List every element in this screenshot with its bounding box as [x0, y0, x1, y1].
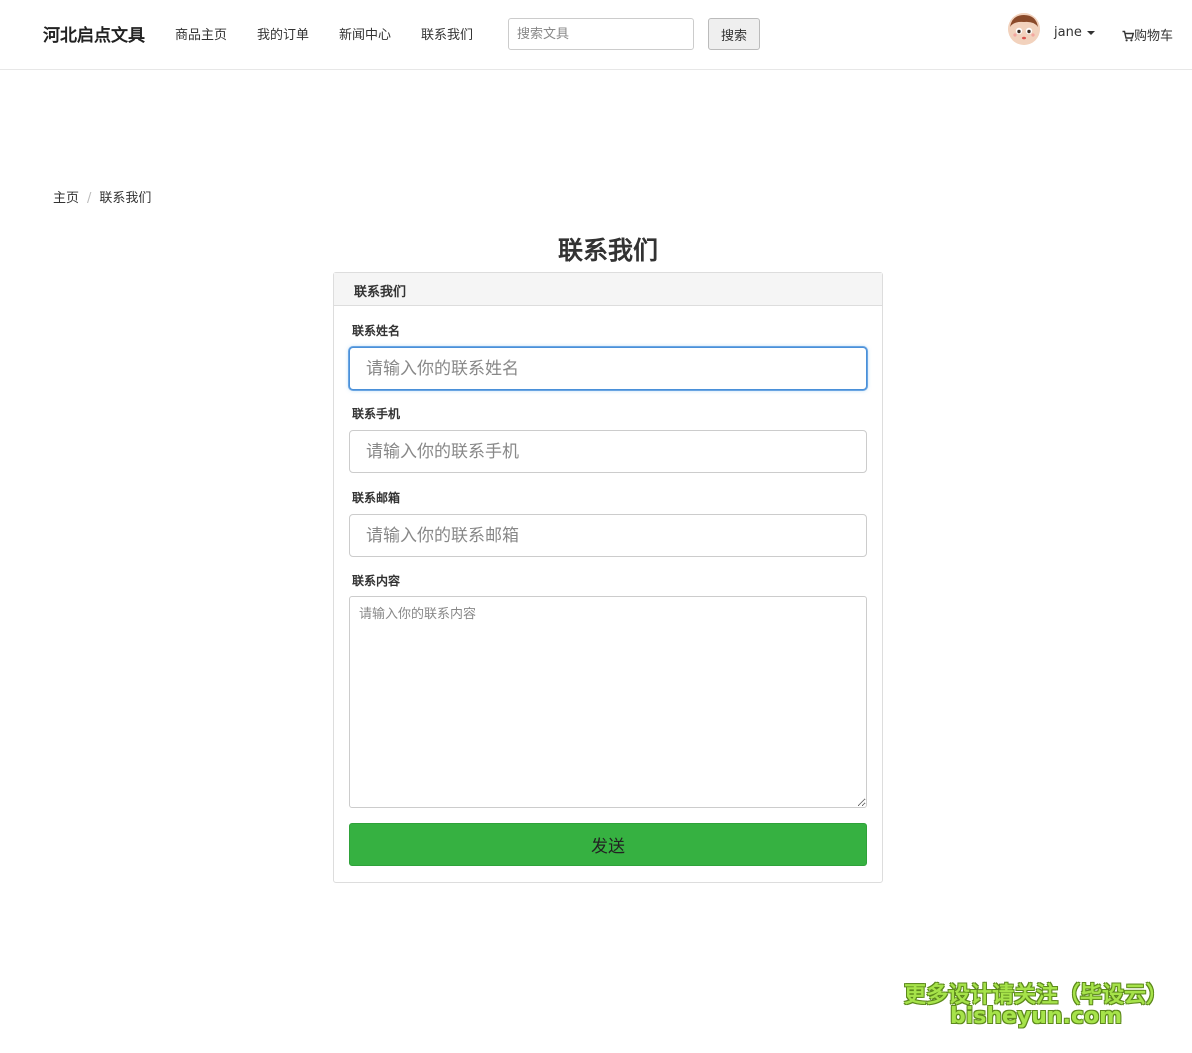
caret-down-icon [1086, 30, 1095, 35]
nav-link-contact[interactable]: 联系我们 [421, 24, 473, 43]
breadcrumb-current: 联系我们 [99, 191, 152, 206]
name-label: 联系姓名 [352, 324, 401, 338]
contact-phone-input[interactable] [349, 430, 867, 473]
cart-link[interactable]: 购物车 [1122, 25, 1173, 44]
user-avatar[interactable] [1008, 13, 1040, 45]
nav-link-products[interactable]: 商品主页 [175, 24, 227, 43]
contact-content-textarea[interactable] [349, 596, 867, 808]
top-navbar: 河北启点文具 商品主页 我的订单 新闻中心 联系我们 搜索 jane 购物车 [0, 0, 1192, 70]
cart-label: 购物车 [1134, 29, 1174, 44]
content-label: 联系内容 [352, 574, 401, 588]
email-label: 联系邮箱 [352, 491, 401, 505]
breadcrumb-home[interactable]: 主页 [53, 191, 79, 206]
send-button[interactable]: 发送 [349, 823, 867, 866]
search-input[interactable] [508, 18, 694, 50]
breadcrumb-separator: / [87, 191, 92, 206]
contact-form-panel: 联系我们 联系姓名 联系手机 联系邮箱 联系内容 发送 [333, 272, 883, 883]
brand-logo[interactable]: 河北启点文具 [43, 21, 145, 46]
breadcrumb: 主页 / 联系我们 [53, 187, 151, 206]
watermark-line-2: bisheyun.com [949, 1004, 1123, 1029]
search-button[interactable]: 搜索 [708, 18, 760, 50]
cart-icon [1122, 30, 1135, 42]
phone-label: 联系手机 [352, 407, 401, 421]
page-title: 联系我们 [557, 236, 658, 265]
contact-name-input[interactable] [349, 347, 867, 390]
user-name: jane [1054, 25, 1082, 40]
contact-email-input[interactable] [349, 514, 867, 557]
nav-link-news[interactable]: 新闻中心 [339, 24, 391, 43]
user-dropdown-toggle[interactable]: jane [1054, 25, 1095, 40]
nav-link-orders[interactable]: 我的订单 [257, 24, 309, 43]
avatar-image [1008, 13, 1040, 45]
panel-title: 联系我们 [334, 273, 882, 306]
